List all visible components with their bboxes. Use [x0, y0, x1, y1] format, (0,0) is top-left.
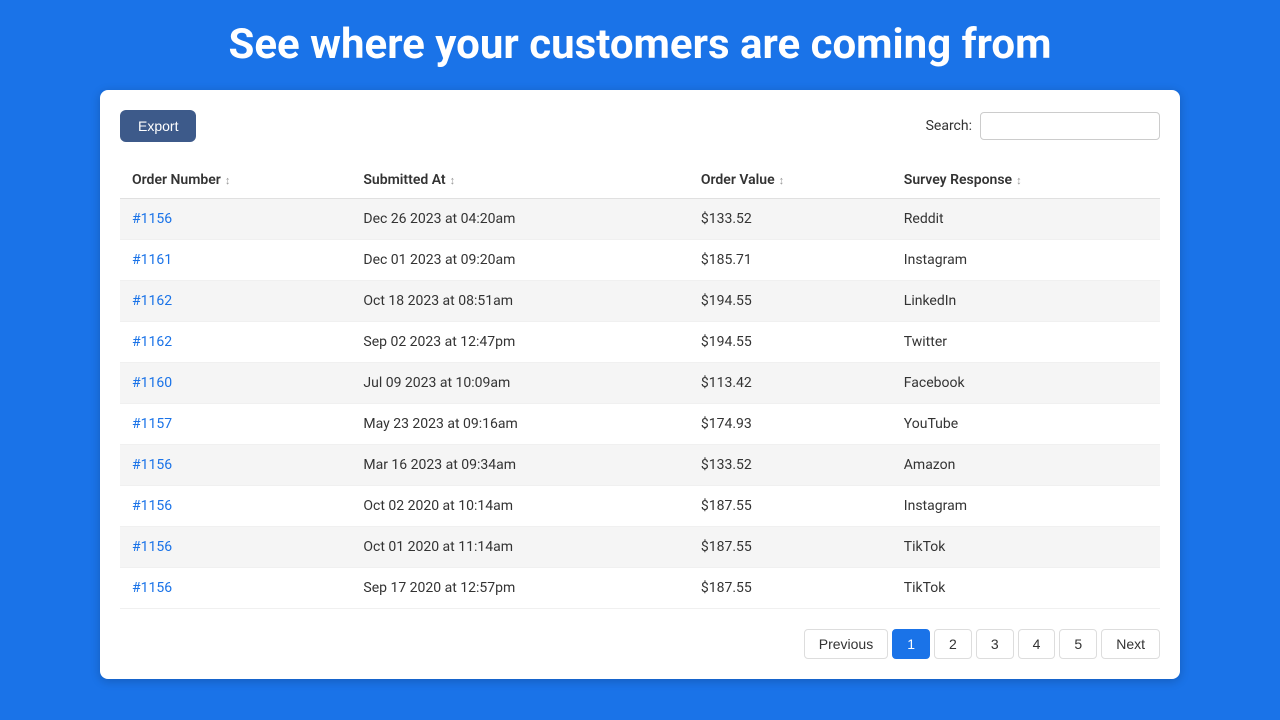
submitted-at-cell: Jul 09 2023 at 10:09am: [351, 363, 688, 404]
survey-response-cell: Instagram: [892, 240, 1160, 281]
export-button[interactable]: Export: [120, 110, 196, 142]
order-number-cell: #1156: [120, 486, 351, 527]
order-number-link[interactable]: #1156: [132, 457, 172, 473]
order-value-cell: $187.55: [689, 486, 892, 527]
survey-response-cell: Twitter: [892, 322, 1160, 363]
order-value-cell: $194.55: [689, 322, 892, 363]
page-title: See where your customers are coming from: [228, 20, 1051, 70]
main-card: Export Search: Order Number↕Submitted At…: [100, 90, 1180, 679]
table-row: #1156 Oct 01 2020 at 11:14am$187.55TikTok: [120, 527, 1160, 568]
submitted-at-cell: Oct 02 2020 at 10:14am: [351, 486, 688, 527]
table-row: #1156 Dec 26 2023 at 04:20am$133.52Reddit: [120, 199, 1160, 240]
submitted-at-cell: Oct 01 2020 at 11:14am: [351, 527, 688, 568]
pagination-page-5[interactable]: 5: [1059, 629, 1097, 659]
order-number-link[interactable]: #1156: [132, 539, 172, 555]
submitted-at-cell: Sep 17 2020 at 12:57pm: [351, 568, 688, 609]
order-value-cell: $187.55: [689, 568, 892, 609]
order-number-cell: #1160: [120, 363, 351, 404]
table-row: #1160 Jul 09 2023 at 10:09am$113.42Facebo…: [120, 363, 1160, 404]
submitted-at-cell: Dec 26 2023 at 04:20am: [351, 199, 688, 240]
survey-response-cell: Facebook: [892, 363, 1160, 404]
submitted-at-cell: Sep 02 2023 at 12:47pm: [351, 322, 688, 363]
table-row: #1162 Sep 02 2023 at 12:47pm$194.55Twitte…: [120, 322, 1160, 363]
pagination-page-3[interactable]: 3: [976, 629, 1014, 659]
pagination-page-1[interactable]: 1: [892, 629, 930, 659]
order-value-cell: $113.42: [689, 363, 892, 404]
col-header-order_value[interactable]: Order Value↕: [689, 162, 892, 199]
order-number-cell: #1156: [120, 568, 351, 609]
order-number-link[interactable]: #1156: [132, 498, 172, 514]
sort-icon-submitted_at[interactable]: ↕: [450, 174, 456, 187]
table-row: #1162 Oct 18 2023 at 08:51am$194.55Linked…: [120, 281, 1160, 322]
submitted-at-cell: Oct 18 2023 at 08:51am: [351, 281, 688, 322]
table-row: #1156 Sep 17 2020 at 12:57pm$187.55TikTok: [120, 568, 1160, 609]
order-number-link[interactable]: #1156: [132, 580, 172, 596]
col-header-submitted_at[interactable]: Submitted At↕: [351, 162, 688, 199]
order-value-cell: $133.52: [689, 445, 892, 486]
order-number-cell: #1162: [120, 322, 351, 363]
search-label: Search:: [926, 118, 972, 134]
order-number-cell: #1157: [120, 404, 351, 445]
order-value-cell: $187.55: [689, 527, 892, 568]
toolbar: Export Search:: [120, 110, 1160, 142]
survey-response-cell: Amazon: [892, 445, 1160, 486]
order-number-cell: #1156: [120, 445, 351, 486]
order-number-cell: #1156: [120, 527, 351, 568]
search-area: Search:: [926, 112, 1160, 140]
submitted-at-cell: May 23 2023 at 09:16am: [351, 404, 688, 445]
order-number-link[interactable]: #1161: [132, 252, 172, 268]
order-number-link[interactable]: #1162: [132, 293, 172, 309]
order-value-cell: $174.93: [689, 404, 892, 445]
sort-icon-survey_response[interactable]: ↕: [1016, 174, 1022, 187]
col-header-survey_response[interactable]: Survey Response↕: [892, 162, 1160, 199]
order-number-link[interactable]: #1157: [132, 416, 172, 432]
order-value-cell: $185.71: [689, 240, 892, 281]
order-number-cell: #1161: [120, 240, 351, 281]
survey-response-cell: Instagram: [892, 486, 1160, 527]
survey-response-cell: TikTok: [892, 568, 1160, 609]
table-row: #1156 Oct 02 2020 at 10:14am$187.55Instag…: [120, 486, 1160, 527]
table-row: #1156 Mar 16 2023 at 09:34am$133.52Amazon: [120, 445, 1160, 486]
survey-response-cell: LinkedIn: [892, 281, 1160, 322]
order-number-cell: #1162: [120, 281, 351, 322]
order-number-cell: #1156: [120, 199, 351, 240]
pagination-page-2[interactable]: 2: [934, 629, 972, 659]
pagination-page-4[interactable]: 4: [1018, 629, 1056, 659]
survey-response-cell: Reddit: [892, 199, 1160, 240]
sort-icon-order_number[interactable]: ↕: [225, 174, 231, 187]
order-value-cell: $133.52: [689, 199, 892, 240]
order-number-link[interactable]: #1162: [132, 334, 172, 350]
search-input[interactable]: [980, 112, 1160, 140]
order-number-link[interactable]: #1160: [132, 375, 172, 391]
pagination-next[interactable]: Next: [1101, 629, 1160, 659]
table-row: #1157 May 23 2023 at 09:16am$174.93YouTub…: [120, 404, 1160, 445]
survey-response-cell: TikTok: [892, 527, 1160, 568]
data-table: Order Number↕Submitted At↕Order Value↕Su…: [120, 162, 1160, 609]
pagination-previous[interactable]: Previous: [804, 629, 888, 659]
pagination: Previous12345Next: [120, 629, 1160, 659]
order-number-link[interactable]: #1156: [132, 211, 172, 227]
survey-response-cell: YouTube: [892, 404, 1160, 445]
table-row: #1161 Dec 01 2023 at 09:20am$185.71Instag…: [120, 240, 1160, 281]
submitted-at-cell: Mar 16 2023 at 09:34am: [351, 445, 688, 486]
order-value-cell: $194.55: [689, 281, 892, 322]
col-header-order_number[interactable]: Order Number↕: [120, 162, 351, 199]
submitted-at-cell: Dec 01 2023 at 09:20am: [351, 240, 688, 281]
sort-icon-order_value[interactable]: ↕: [779, 174, 785, 187]
